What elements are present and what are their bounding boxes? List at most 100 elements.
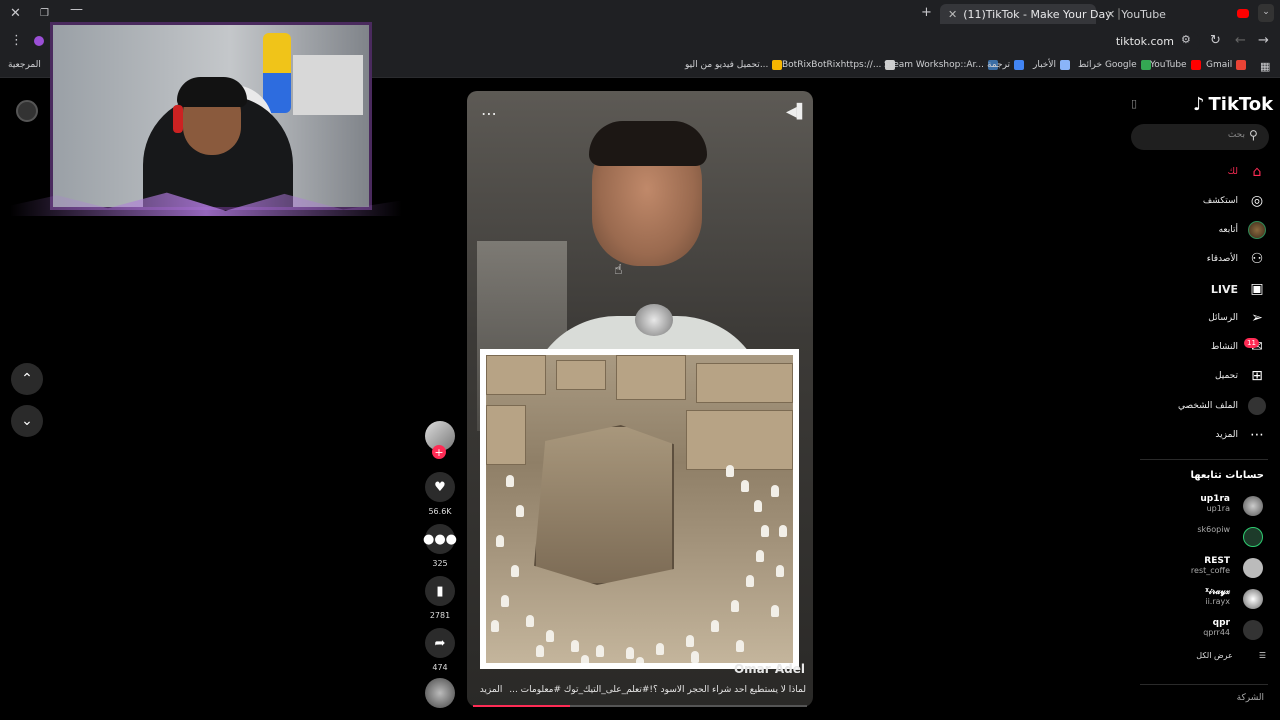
kaaba-illustration <box>486 355 793 663</box>
following-account[interactable]: ᵡ𝒾𝓇𝒶𝓎𝓍 ii.rayx <box>1205 587 1230 606</box>
bookmarks-folder[interactable]: المرجعية <box>8 60 41 70</box>
list-icon: ☰ <box>1258 651 1266 660</box>
following-account[interactable]: REST rest_coffe <box>1191 556 1230 575</box>
sidebar-item-home[interactable]: لك ⌂ <box>1228 162 1266 182</box>
youtube-favicon-icon <box>1237 9 1249 18</box>
following-account[interactable]: qpr qprr44 <box>1203 618 1230 637</box>
sidebar-item-label: المزيد <box>1215 430 1238 440</box>
pilgrim-figure <box>506 475 514 487</box>
pilgrim-figure <box>596 645 604 657</box>
upload-icon: ⊞ <box>1251 368 1263 384</box>
download-icon <box>772 60 783 70</box>
pilgrim-figure <box>511 565 519 577</box>
bookmark-label: Gmail <box>1206 60 1233 70</box>
share-button[interactable]: ➦ <box>425 628 455 658</box>
account-avatar[interactable] <box>1243 589 1263 609</box>
tab-title: (11)TikTok - Make Your Day <box>963 7 1112 21</box>
profile-avatar-icon[interactable] <box>34 36 44 46</box>
tab-title: YouTube <box>1121 7 1166 21</box>
comment-button[interactable]: ●●● <box>423 524 457 554</box>
pilgrim-figure <box>571 640 579 652</box>
tab-tiktok[interactable]: ✕ (11)TikTok - Make Your Day <box>940 4 1120 24</box>
collapse-sidebar-icon[interactable]: ▯ <box>1131 97 1137 110</box>
sidebar-item-compass[interactable]: استكشف ◎ <box>1203 191 1266 211</box>
follow-plus-icon[interactable]: + <box>432 445 446 459</box>
previous-video-button[interactable]: ⌃ <box>11 363 43 395</box>
following-account[interactable]: sk6opiw <box>1197 525 1230 534</box>
bookmark-item[interactable]: YouTube <box>1150 60 1201 70</box>
bookmark-item[interactable]: Steam Workshop::Ar... <box>884 60 999 70</box>
volume-icon[interactable]: ◀▌ <box>786 104 808 120</box>
save-button[interactable]: ▮ <box>425 576 455 606</box>
pilgrim-figure <box>746 575 754 587</box>
following-account[interactable]: up1ra up1ra <box>1200 494 1230 513</box>
sidebar-item-live[interactable]: LIVE ▣ <box>1211 279 1266 299</box>
save-count: 2781 <box>429 611 451 620</box>
more-icon: ⋯ <box>1250 427 1264 443</box>
account-avatar[interactable] <box>1243 527 1263 547</box>
pilgrim-figure <box>526 615 534 627</box>
account-handle: rest_coffe <box>1190 566 1230 575</box>
restore-window-icon[interactable]: ❐ <box>40 8 49 19</box>
apps-grid-icon[interactable]: ▦ <box>1260 60 1270 73</box>
close-tab-icon[interactable]: ✕ <box>1106 8 1115 21</box>
sidebar-item-send[interactable]: الرسائل ➢ <box>1208 308 1266 328</box>
building <box>486 405 526 465</box>
sidebar-item-avatar[interactable]: أتابعه <box>1219 220 1266 240</box>
video-options-icon[interactable]: ⋯ <box>481 104 498 123</box>
pilgrim-figure <box>656 643 664 655</box>
pilgrim-figure <box>736 640 744 652</box>
pilgrim-figure <box>771 605 779 617</box>
new-tab-icon[interactable]: + <box>921 5 932 20</box>
search-icon[interactable]: ⚲ <box>1249 128 1258 142</box>
sidebar-item-profile[interactable]: الملف الشخصي <box>1178 396 1266 416</box>
account-avatar[interactable] <box>1243 620 1263 640</box>
sidebar-item-upload[interactable]: تحميل ⊞ <box>1215 366 1266 386</box>
tiktok-note-icon: ♪ <box>1193 94 1205 115</box>
account-name: up1ra <box>1200 494 1230 504</box>
like-count: 56.6K <box>428 507 452 516</box>
tab-search-icon[interactable]: ⌄ <box>1258 4 1274 22</box>
site-settings-icon[interactable]: ⚙ <box>1181 33 1191 46</box>
sidebar-item-more[interactable]: المزيد ⋯ <box>1215 425 1266 445</box>
back-icon[interactable]: → <box>1258 33 1269 48</box>
bookmark-item[interactable]: الأخبار <box>1033 60 1071 70</box>
close-window-icon[interactable]: ✕ <box>10 6 21 21</box>
webcam-figurine <box>263 33 291 113</box>
bookmark-item[interactable]: خرائط Google <box>1078 60 1151 70</box>
close-tab-icon[interactable]: ✕ <box>948 8 957 21</box>
sound-disc-icon[interactable] <box>425 678 455 708</box>
like-button[interactable]: ♥ <box>425 472 455 502</box>
company-link[interactable]: الشركة <box>1237 693 1264 703</box>
pilgrim-figure <box>776 565 784 577</box>
video-author[interactable]: Omar Adel <box>734 662 805 676</box>
video-microphone <box>635 304 673 336</box>
youtube-icon <box>1190 60 1201 70</box>
tiktok-logo[interactable]: ♪ TikTok <box>1193 94 1273 115</box>
minimize-window-icon[interactable]: — <box>70 2 83 17</box>
pilgrim-figure <box>779 525 787 537</box>
sidebar-item-label: الملف الشخصي <box>1178 401 1238 411</box>
bookmark-item[interactable]: Gmail <box>1206 60 1247 70</box>
url-text[interactable]: tiktok.com <box>1116 35 1174 48</box>
next-video-button[interactable]: ⌄ <box>11 405 43 437</box>
kaaba <box>534 425 674 585</box>
reload-icon[interactable]: ↻ <box>1210 33 1221 48</box>
pilgrim-figure <box>691 651 699 663</box>
tab-youtube[interactable]: ✕ YouTube <box>1098 4 1228 24</box>
see-all-button[interactable]: عرض الكل ☰ <box>1196 651 1266 660</box>
caption-more-link[interactable]: المزيد <box>480 685 503 695</box>
sidebar-item-label: LIVE <box>1210 282 1238 296</box>
friends-icon: ⚇ <box>1250 251 1264 267</box>
account-avatar[interactable] <box>1243 496 1263 516</box>
menu-dots-icon[interactable]: ⋮ <box>10 33 23 48</box>
bookmark-icon: ▮ <box>436 583 444 599</box>
bookmark-item[interactable]: ترجمة <box>987 60 1025 70</box>
bookmark-item[interactable]: BotRixBotRixhttps://... <box>782 60 896 70</box>
video-caption[interactable]: لماذا لا يستطيع احد شراء الحجر الاسود ؟!… <box>478 685 806 695</box>
pilgrim-figure <box>771 485 779 497</box>
forward-icon[interactable]: ← <box>1235 33 1246 48</box>
sidebar-item-friends[interactable]: الأصدقاء ⚇ <box>1207 249 1266 269</box>
account-avatar[interactable] <box>1243 558 1263 578</box>
bookmark-item[interactable]: تحميل فيديو من اليو... <box>685 60 783 70</box>
